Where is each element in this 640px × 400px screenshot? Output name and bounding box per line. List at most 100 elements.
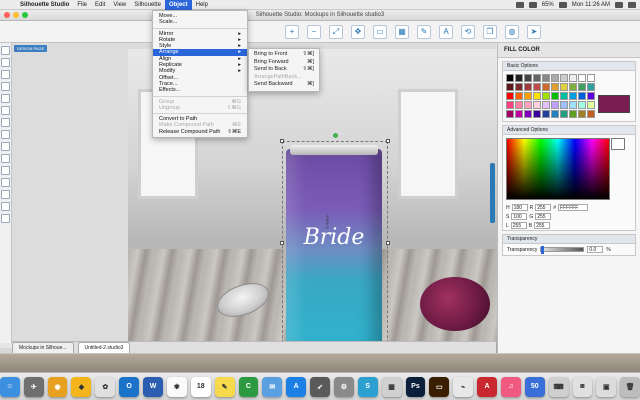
transform-icon[interactable]: ⟲ — [461, 24, 475, 39]
selection-handle[interactable] — [386, 241, 390, 245]
dock-notes-icon[interactable]: ✎ — [214, 376, 235, 397]
dock-word-icon[interactable]: W — [143, 376, 163, 397]
line-color-icon[interactable]: ✎ — [417, 24, 431, 39]
color-swatch[interactable] — [560, 101, 568, 109]
color-swatch[interactable] — [551, 83, 559, 91]
dock-calendar2-icon[interactable]: 50 — [524, 376, 545, 397]
line-tool-icon[interactable] — [1, 70, 10, 79]
zoom-window-icon[interactable] — [22, 12, 28, 18]
color-swatch[interactable] — [506, 110, 514, 118]
color-picker-gradient[interactable] — [506, 138, 610, 200]
color-swatch[interactable] — [533, 92, 541, 100]
ellipse-tool-icon[interactable] — [1, 94, 10, 103]
transparency-header[interactable]: Transparency — [503, 235, 635, 244]
color-swatch[interactable] — [515, 92, 523, 100]
color-swatch[interactable] — [524, 92, 532, 100]
color-swatch[interactable] — [524, 83, 532, 91]
pan-icon[interactable]: ✥ — [351, 24, 365, 39]
volume-icon[interactable] — [528, 2, 537, 8]
color-swatch[interactable] — [515, 101, 523, 109]
eraser-tool-icon[interactable] — [1, 154, 10, 163]
zoom-fit-icon[interactable]: ⤢ — [329, 24, 343, 39]
color-swatch[interactable] — [551, 92, 559, 100]
dock-silhouette-icon[interactable]: S — [357, 376, 378, 397]
color-swatch[interactable] — [587, 92, 595, 100]
color-swatch[interactable] — [515, 110, 523, 118]
color-swatch[interactable] — [515, 83, 523, 91]
color-swatch[interactable] — [542, 92, 550, 100]
dock-safari-launch-icon[interactable]: ➶ — [310, 376, 330, 397]
submenu-item-bring-forward[interactable]: Bring Forward ⌘] — [249, 59, 319, 67]
dock-illustrator-icon[interactable]: ▭ — [429, 376, 450, 397]
dock-photos-icon[interactable]: ✾ — [166, 376, 187, 397]
selection-handle[interactable] — [280, 241, 284, 245]
dock-outlook-icon[interactable]: O — [119, 376, 140, 397]
dock-mail-icon[interactable]: ✉ — [262, 376, 283, 397]
battery-icon[interactable] — [558, 2, 567, 8]
dock-typewriter-icon[interactable]: ⌨ — [548, 376, 569, 397]
select-tool-icon[interactable] — [1, 46, 10, 55]
color-swatch[interactable] — [578, 74, 586, 82]
menu-edit[interactable]: Edit — [91, 0, 109, 10]
freehand-tool-icon[interactable] — [1, 130, 10, 139]
color-swatch[interactable] — [533, 110, 541, 118]
dock-sketch-icon[interactable]: ◆ — [71, 376, 92, 397]
color-swatch[interactable] — [578, 83, 586, 91]
color-swatch[interactable] — [587, 101, 595, 109]
r-field[interactable]: 255 — [535, 204, 552, 211]
dock-reader-icon[interactable]: A — [477, 376, 497, 397]
hex-field[interactable]: FFFFFF — [558, 204, 589, 211]
color-swatch[interactable] — [551, 74, 559, 82]
page-setup-icon[interactable]: ▭ — [373, 24, 387, 39]
menu-view[interactable]: View — [109, 0, 130, 10]
menubar-clock[interactable]: Mon 11:26 AM — [572, 2, 610, 8]
menu-object[interactable]: Object — [164, 0, 192, 10]
layers-icon[interactable] — [1, 214, 10, 223]
dock-appstore-icon[interactable]: A — [286, 376, 307, 397]
text-tool-icon[interactable] — [1, 142, 10, 151]
fill-color-icon[interactable]: ▦ — [395, 24, 409, 39]
color-swatch[interactable] — [560, 74, 568, 82]
color-swatch[interactable] — [506, 74, 514, 82]
dock-screenshot-icon[interactable]: ▣ — [596, 376, 617, 397]
dock-paw-icon[interactable]: ✿ — [95, 376, 116, 397]
menu-item-effects[interactable]: Effects... — [153, 87, 247, 93]
dock-preview-icon[interactable]: ▦ — [381, 376, 402, 397]
send-icon[interactable]: ➤ — [527, 24, 541, 39]
color-swatch[interactable] — [578, 92, 586, 100]
color-swatch[interactable] — [524, 110, 532, 118]
edit-points-tool-icon[interactable] — [1, 58, 10, 67]
text-style-icon[interactable]: A — [439, 24, 453, 39]
dock-settings-icon[interactable]: ⚙ — [333, 376, 354, 397]
menu-item-scale[interactable]: Scale... — [153, 19, 247, 25]
zoom-in-icon[interactable]: + — [285, 24, 299, 39]
dock-photobooth-icon[interactable]: ◙ — [572, 376, 593, 397]
menu-app-name[interactable]: Silhouette Studio — [16, 0, 73, 10]
dock-trash-icon[interactable]: 🗑 — [620, 376, 640, 397]
library-icon[interactable] — [1, 190, 10, 199]
transparency-field[interactable]: 0.0 — [587, 246, 604, 253]
wifi-icon[interactable] — [515, 2, 524, 8]
color-swatch[interactable] — [506, 83, 514, 91]
color-swatch[interactable] — [542, 110, 550, 118]
color-swatch[interactable] — [560, 92, 568, 100]
rotate-handle[interactable] — [333, 133, 338, 138]
color-swatch[interactable] — [551, 110, 559, 118]
g-field[interactable]: 255 — [535, 213, 552, 220]
color-swatch[interactable] — [524, 74, 532, 82]
eyedropper-tool-icon[interactable] — [1, 178, 10, 187]
selected-color-swatch[interactable] — [598, 95, 630, 113]
l-field[interactable]: 255 — [510, 222, 527, 229]
selection-handle[interactable] — [386, 139, 390, 143]
submenu-item-send-to-back[interactable]: Send to Back ⇧⌘[ — [249, 66, 319, 74]
color-swatch[interactable] — [533, 83, 541, 91]
selection-handle[interactable] — [280, 139, 284, 143]
trace-icon[interactable]: ◍ — [505, 24, 519, 39]
h-field[interactable]: 180 — [511, 204, 528, 211]
submenu-item-bring-to-front[interactable]: Bring to Front ⇧⌘] — [249, 51, 319, 59]
menu-file[interactable]: File — [73, 0, 91, 10]
color-swatch[interactable] — [542, 83, 550, 91]
color-swatch[interactable] — [542, 74, 550, 82]
doc-tab-mockups[interactable]: Mockups in Silhoue... — [12, 342, 74, 353]
color-swatch[interactable] — [560, 83, 568, 91]
